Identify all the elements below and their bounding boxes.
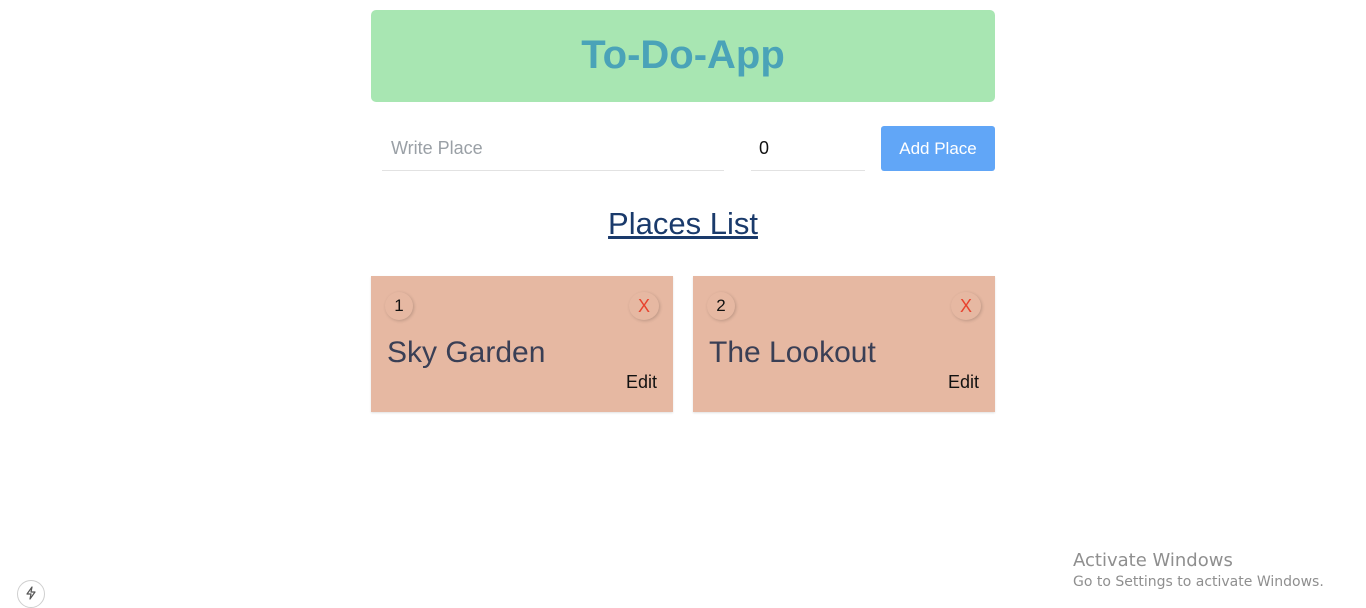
edit-button[interactable]: Edit [948,372,979,393]
place-input[interactable] [382,126,724,171]
activate-windows-title: Activate Windows [1073,550,1233,571]
place-index-badge: 2 [707,292,735,320]
places-list-title: Places List [608,206,758,241]
app-header: To-Do-App [371,10,995,102]
activate-windows-watermark: Activate Windows Go to Settings to activ… [1073,550,1324,590]
place-card: 1 X Sky Garden Edit [371,276,673,412]
place-index-badge: 1 [385,292,413,320]
number-input[interactable] [751,126,865,171]
activate-windows-subtitle: Go to Settings to activate Windows. [1073,574,1324,590]
bolt-icon[interactable] [17,580,45,608]
bolt-icon-glyph [26,586,36,600]
place-name: Sky Garden [387,336,546,369]
delete-button[interactable]: X [629,292,659,320]
delete-button[interactable]: X [951,292,981,320]
app-title: To-Do-App [581,32,785,77]
place-name: The Lookout [709,336,876,369]
edit-button[interactable]: Edit [626,372,657,393]
add-place-button[interactable]: Add Place [881,126,995,171]
place-card: 2 X The Lookout Edit [693,276,995,412]
